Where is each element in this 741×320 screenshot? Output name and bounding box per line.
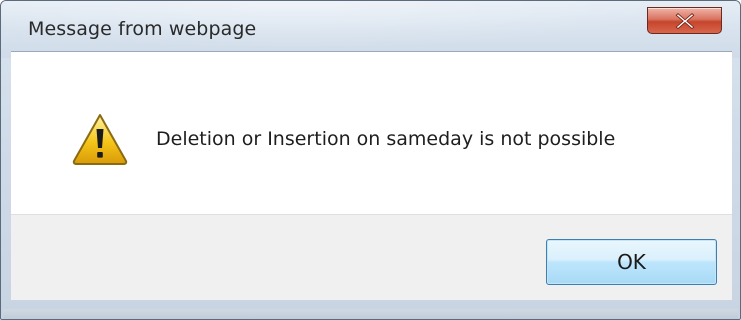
title-bar[interactable]: Message from webpage — [1, 1, 740, 58]
warning-icon — [72, 114, 128, 165]
dialog-title: Message from webpage — [28, 18, 257, 40]
close-button[interactable] — [647, 7, 722, 34]
message-text: Deletion or Insertion on sameday is not … — [156, 128, 616, 150]
close-icon — [675, 12, 694, 29]
message-dialog: Message from webpage Deletion or Inserti… — [0, 0, 741, 320]
ok-button[interactable]: OK — [546, 239, 717, 285]
